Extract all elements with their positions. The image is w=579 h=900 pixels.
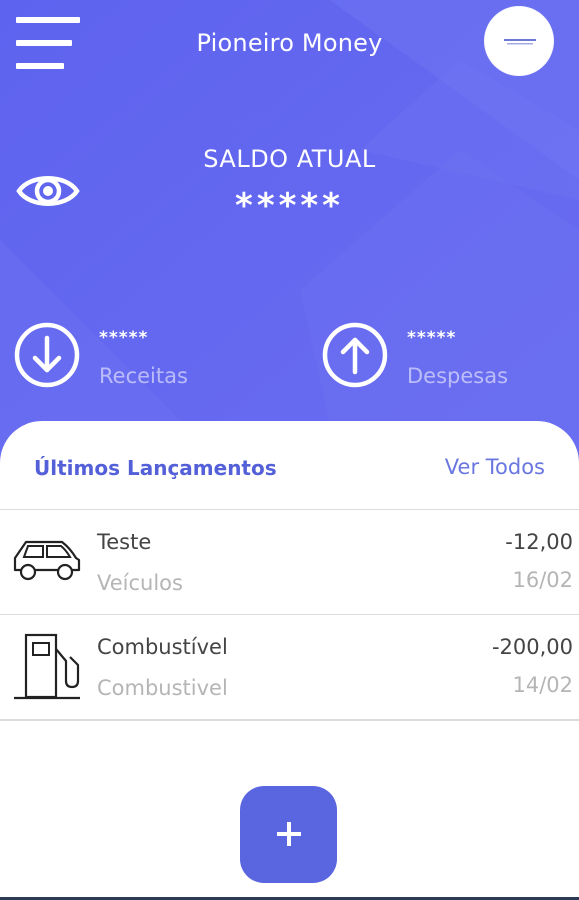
- hero-background: [0, 0, 579, 470]
- income-label: Receitas: [99, 364, 188, 388]
- car-icon: [13, 540, 81, 581]
- menu-line: [16, 63, 64, 69]
- transaction-amount: -200,00: [491, 635, 573, 659]
- fuel-pump-icon: [14, 633, 80, 700]
- transaction-date: 14/02: [512, 673, 573, 697]
- add-transaction-button[interactable]: [240, 786, 337, 883]
- balance-value: *****: [235, 186, 344, 226]
- expense-summary[interactable]: ***** Despesas: [322, 322, 552, 392]
- recent-transactions-card: Últimos Lançamentos Ver Todos Teste Veíc…: [0, 421, 579, 900]
- transaction-row[interactable]: Combustível Combustivel -200,00 14/02: [0, 614, 579, 718]
- recent-title: Últimos Lançamentos: [34, 456, 277, 480]
- list-divider: [0, 719, 579, 721]
- see-all-link[interactable]: Ver Todos: [445, 455, 545, 479]
- arrow-down-circle-icon: [14, 322, 80, 388]
- transaction-name: Combustível: [97, 635, 228, 659]
- logo-mark: [504, 39, 536, 45]
- transaction-row[interactable]: Teste Veículos -12,00 16/02: [0, 509, 579, 613]
- balance-label: SALDO ATUAL: [203, 145, 376, 173]
- income-value: *****: [99, 328, 149, 348]
- transaction-category: Veículos: [97, 571, 183, 595]
- header-hero: Pioneiro Money SALDO ATUAL ***** ***** R…: [0, 0, 579, 470]
- hamburger-menu-icon: [16, 17, 80, 23]
- arrow-up-circle-icon: [322, 322, 388, 388]
- expense-label: Despesas: [407, 364, 509, 388]
- transaction-date: 16/02: [512, 568, 573, 592]
- transaction-category: Combustivel: [97, 676, 228, 700]
- expense-value: *****: [407, 328, 457, 348]
- income-summary[interactable]: ***** Receitas: [14, 322, 214, 392]
- plus-icon-vertical: [287, 822, 291, 846]
- transaction-amount: -12,00: [505, 530, 573, 554]
- transaction-name: Teste: [97, 530, 152, 554]
- brand-logo[interactable]: [484, 6, 554, 76]
